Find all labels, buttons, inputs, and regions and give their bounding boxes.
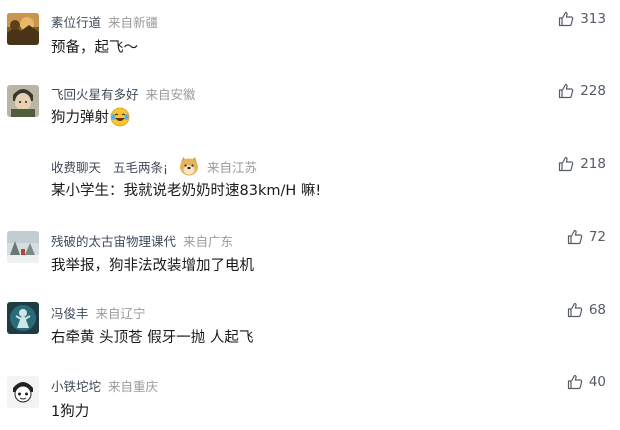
thumbs-up-icon [559, 11, 574, 27]
comment-text: 1狗力 [51, 404, 90, 420]
avatar-anime-character-icon[interactable] [7, 85, 39, 117]
comment-item: 冯俊丰 来自辽宁 右牵黄 头顶苍 假牙一抛 人起飞 68 [0, 288, 620, 360]
doge-emoji-icon [178, 155, 200, 177]
comment-text: 某小学生：我就说老奶奶时速83km/H 嘛! [51, 183, 322, 199]
like-count: 72 [588, 229, 606, 245]
location-label: 来自新疆 [108, 15, 159, 30]
user-tagline: 五毛两条¡ [113, 159, 169, 175]
comment-text: 右牵黄 头顶苍 假牙一抛 人起飞 [51, 330, 254, 346]
comment-meta: 小铁坨坨 来自重庆 [51, 376, 158, 395]
like-count: 218 [580, 156, 606, 172]
comment-meta: 飞回火星有多好 来自安徽 [51, 84, 196, 103]
like-button[interactable]: 313 [558, 11, 606, 27]
thumbs-up-icon [567, 302, 583, 318]
comment-body: 狗力弹射 [51, 106, 130, 127]
comment-text: 预备，起飞～ [51, 40, 138, 56]
like-count: 313 [580, 11, 606, 27]
thumbs-up-icon [567, 374, 583, 390]
username-link[interactable]: 残破的太古宙物理课代 [51, 231, 176, 250]
location-label: 来自安徽 [145, 87, 196, 102]
comment-item: 小铁坨坨 来自重庆 1狗力 40 [0, 360, 620, 430]
comment-feed: 素位行道 来自新疆 预备，起飞～ 313 飞回火星有多好 来自安徽 狗力弹射 2… [0, 0, 620, 430]
username-link[interactable]: 小铁坨坨 [51, 376, 101, 395]
like-button[interactable]: 218 [558, 156, 606, 172]
like-button[interactable]: 228 [558, 83, 606, 99]
location-label: 来自江苏 [207, 159, 258, 175]
like-count: 40 [588, 374, 606, 390]
like-button[interactable]: 68 [567, 302, 606, 318]
laughing-tears-emoji-icon [110, 107, 130, 127]
thumbs-up-icon [559, 156, 574, 172]
comment-meta: 素位行道 来自新疆 [51, 12, 158, 31]
like-count: 68 [588, 302, 606, 318]
avatar-sunset-tree-icon[interactable] [7, 13, 39, 45]
comment-text: 狗力弹射 [51, 110, 109, 126]
thumbs-up-icon [559, 83, 574, 99]
username-link[interactable]: 收费聊天 [51, 157, 101, 176]
like-button[interactable]: 72 [567, 229, 606, 245]
avatar-winter-scene-icon[interactable] [7, 231, 39, 263]
location-label: 来自广东 [183, 234, 234, 249]
username-link[interactable]: 冯俊丰 [51, 303, 89, 322]
like-button[interactable]: 40 [567, 374, 606, 390]
username-link[interactable]: 素位行道 [51, 12, 101, 31]
username-link[interactable]: 飞回火星有多好 [51, 84, 139, 103]
avatar-cyan-character-icon[interactable] [7, 302, 39, 334]
comment-item: 飞回火星有多好 来自安徽 狗力弹射 228 [0, 72, 620, 144]
comment-meta: 收费聊天 五毛两条¡ 来自江苏 [51, 155, 257, 177]
like-count: 228 [580, 83, 606, 99]
avatar-manga-face-icon[interactable] [7, 376, 39, 408]
comment-item: 残破的太古宙物理课代 来自广东 我举报，狗非法改装增加了电机 72 [0, 216, 620, 288]
comment-item: 素位行道 来自新疆 预备，起飞～ 313 [0, 0, 620, 72]
thumbs-up-icon [567, 229, 583, 245]
comment-meta: 冯俊丰 来自辽宁 [51, 303, 146, 322]
comment-text: 我举报，狗非法改装增加了电机 [51, 258, 254, 274]
comment-item: 收费聊天 五毛两条¡ 来自江苏 某小学生：我就说老奶奶时速83km/H 嘛! 2… [0, 144, 620, 216]
location-label: 来自重庆 [108, 379, 159, 394]
location-label: 来自辽宁 [95, 306, 146, 321]
comment-meta: 残破的太古宙物理课代 来自广东 [51, 231, 233, 250]
